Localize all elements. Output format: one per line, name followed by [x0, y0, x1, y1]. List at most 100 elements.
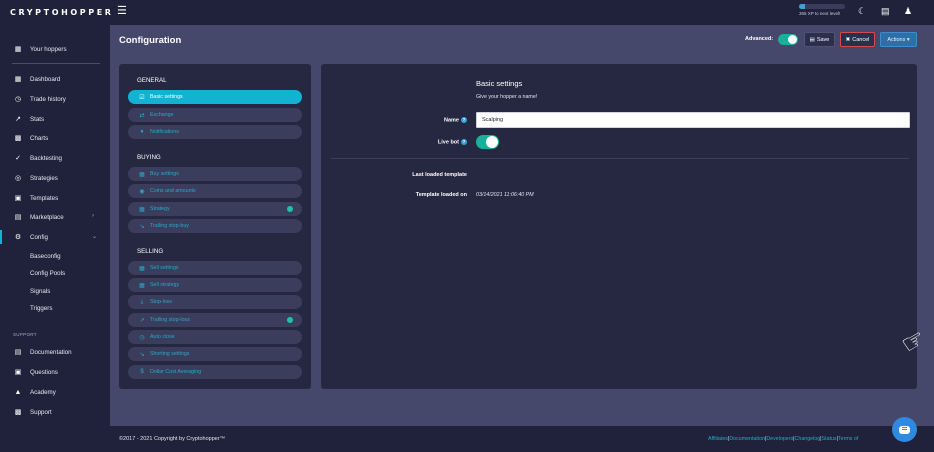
strategies-icon: ◎	[14, 175, 22, 182]
config-item-strategy[interactable]: ▦ Strategy	[128, 202, 302, 216]
sidebar-item-label: Templates	[30, 194, 59, 202]
menu-icon[interactable]: ☰	[117, 6, 127, 17]
moon-icon[interactable]: ☾	[858, 6, 866, 16]
exchange-icon: ⇄	[139, 112, 145, 119]
actions-dropdown[interactable]: Actions ▾	[880, 32, 917, 47]
chevron-right-icon[interactable]: ›	[92, 213, 94, 219]
config-item-sell-settings[interactable]: ▦ Sell settings	[128, 261, 302, 275]
arrow-down-icon: ⤓	[140, 298, 144, 305]
sidebar-item-stats[interactable]: ↗ Stats	[13, 112, 44, 126]
sidebar-subitem-baseconfig[interactable]: Baseconfig	[30, 253, 61, 260]
sidebar-item-label: Trade history	[30, 95, 66, 103]
save-button-label: Save	[816, 36, 830, 43]
live-bot-label-text: Live bot	[437, 139, 459, 146]
sidebar-item-label: Backtesting	[30, 154, 62, 162]
config-item-dollar-cost-averaging[interactable]: $ Dollar Cost Averaging	[128, 365, 302, 379]
sidebar-item-label: Strategies	[30, 174, 58, 182]
config-section-general: GENERAL	[137, 77, 167, 84]
sidebar-item-documentation[interactable]: ▤ Documentation	[13, 345, 72, 359]
footer-link-affiliates[interactable]: Affiliates	[708, 436, 728, 442]
sidebar-support-heading: SUPPORT	[13, 332, 37, 337]
config-item-shorting-settings[interactable]: ↘ Shorting settings	[128, 347, 302, 361]
sidebar-item-marketplace[interactable]: ▤ Marketplace	[13, 210, 64, 224]
sidebar-divider	[12, 63, 100, 64]
config-item-label: Shorting settings	[150, 351, 190, 357]
strategy-icon: ▦	[139, 282, 145, 289]
cancel-button[interactable]: ✖ Cancel	[840, 32, 875, 47]
dollar-icon: $	[140, 369, 144, 375]
config-section-buying: BUYING	[137, 154, 161, 161]
advanced-toggle[interactable]	[778, 34, 798, 45]
config-item-sell-strategy[interactable]: ▦ Sell strategy	[128, 278, 302, 292]
sidebar-item-charts[interactable]: ▩ Charts	[13, 131, 49, 145]
status-dot	[287, 206, 293, 212]
xp-progress-text: 365 XP to next level!	[799, 11, 841, 16]
name-label: Name?	[317, 117, 467, 123]
config-item-stop-loss[interactable]: ⤓ Stop-loss	[128, 295, 302, 309]
footer-link-changelog[interactable]: Changelog	[795, 436, 821, 442]
cancel-button-label: Cancel	[852, 36, 870, 43]
sidebar-item-label: Marketplace	[30, 213, 64, 221]
config-item-label: Coins and amounts	[150, 188, 196, 194]
help-icon[interactable]: ?	[461, 117, 467, 123]
copyright-text: ©2017 - 2021 Copyright by Cryptohopper™	[119, 436, 226, 442]
sidebar-item-support[interactable]: ▩ Support	[13, 405, 52, 419]
config-item-trailing-stop-buy[interactable]: ↘ Trailing stop-buy	[128, 219, 302, 233]
sidebar-subitem-triggers[interactable]: Triggers	[30, 305, 52, 312]
sidebar-item-your-hoppers[interactable]: ▦ Your hoppers	[13, 42, 67, 56]
config-item-label: Exchange	[150, 112, 174, 118]
help-icon[interactable]: ?	[461, 139, 467, 145]
config-item-basic-settings[interactable]: ☑ Basic settings	[128, 90, 302, 104]
user-icon[interactable]: ♟	[904, 6, 912, 16]
footer-link-status[interactable]: Status	[822, 436, 837, 442]
chevron-down-icon[interactable]: ⌄	[92, 233, 97, 240]
sidebar-item-questions[interactable]: ▣ Questions	[13, 365, 58, 379]
sidebar-item-academy[interactable]: ▲ Academy	[13, 385, 56, 399]
sidebar-item-trade-history[interactable]: ◷ Trade history	[13, 92, 66, 106]
status-dot	[287, 317, 293, 323]
sidebar-item-config[interactable]: ⚙ Config	[13, 230, 48, 244]
config-item-exchange[interactable]: ⇄ Exchange	[128, 108, 302, 122]
settings-title: Basic settings	[476, 79, 523, 88]
config-item-buy-settings[interactable]: ▦ Buy settings	[128, 167, 302, 181]
charts-icon: ▩	[14, 135, 22, 142]
app-logo[interactable]: CRYPTOHOPPER	[10, 8, 114, 17]
footer-link-terms[interactable]: Terms of	[838, 436, 858, 442]
top-bar: CRYPTOHOPPER	[0, 0, 934, 25]
config-item-auto-close[interactable]: ◷ Auto close	[128, 330, 302, 344]
sidebar-item-label: Dashboard	[30, 75, 61, 83]
config-item-notifications[interactable]: ♦ Notifications	[128, 125, 302, 139]
sidebar-item-label: Stats	[30, 115, 45, 123]
table-icon: ▦	[139, 265, 145, 272]
config-item-coins-and-amounts[interactable]: ◉ Coins and amounts	[128, 184, 302, 198]
toggle-knob	[788, 35, 797, 44]
chat-icon[interactable]: ▤	[881, 6, 890, 16]
xp-progress-bar	[799, 4, 845, 9]
dashboard-icon: ▦	[14, 76, 22, 83]
template-loaded-on-value: 03/14/2021 11:06:40 PM	[476, 192, 534, 198]
footer-link-documentation[interactable]: Documentation	[729, 436, 765, 442]
sidebar-item-dashboard[interactable]: ▦ Dashboard	[13, 72, 61, 86]
strategy-icon: ▦	[139, 206, 145, 213]
config-item-trailing-stop-loss[interactable]: ↗ Trailing stop-loss	[128, 313, 302, 327]
save-button[interactable]: ▤ Save	[804, 32, 835, 47]
actions-label: Actions ▾	[887, 36, 910, 43]
config-item-label: Dollar Cost Averaging	[150, 369, 202, 375]
sidebar-item-templates[interactable]: ▣ Templates	[13, 191, 59, 205]
footer-link-developers[interactable]: Developers	[766, 436, 793, 442]
documentation-icon: ▤	[14, 349, 22, 356]
settings-divider	[331, 158, 909, 159]
live-chat-button[interactable]	[892, 417, 917, 442]
save-icon: ▤	[809, 36, 815, 43]
hopper-name-input[interactable]	[476, 112, 910, 128]
sidebar-item-backtesting[interactable]: ✓ Backtesting	[13, 151, 62, 165]
sidebar-subitem-config-pools[interactable]: Config Pools	[30, 270, 65, 277]
page-title: Configuration	[119, 35, 182, 46]
sidebar-subitem-signals[interactable]: Signals	[30, 288, 50, 295]
template-loaded-on-label: Template loaded on	[415, 192, 467, 198]
marketplace-icon: ▤	[14, 214, 22, 221]
live-bot-toggle[interactable]	[476, 135, 499, 149]
table-icon: ▦	[139, 171, 145, 178]
sidebar-item-strategies[interactable]: ◎ Strategies	[13, 171, 58, 185]
stats-icon: ↗	[15, 116, 21, 123]
